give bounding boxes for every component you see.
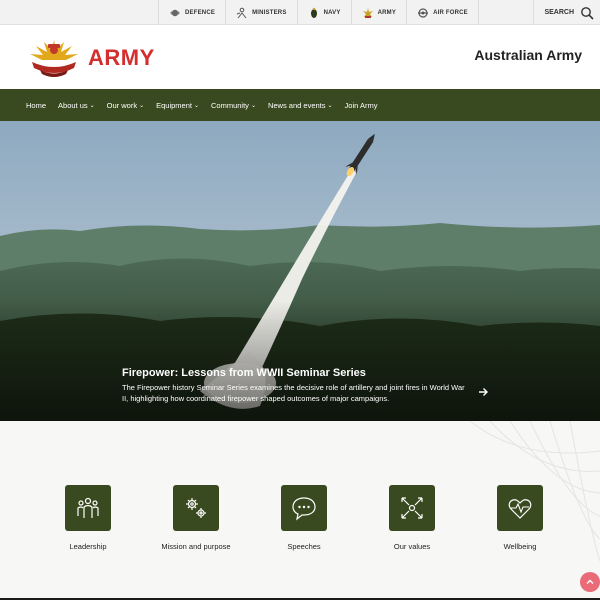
speech-bubble-icon xyxy=(292,497,316,521)
nav-item-label: About us xyxy=(58,100,88,110)
nav-item-news-and-events[interactable]: News and events ⌄ xyxy=(262,89,339,121)
feature-label: Speeches xyxy=(287,542,321,551)
hero-title[interactable]: Firepower: Lessons from WWII Seminar Ser… xyxy=(122,367,502,379)
feature-tile[interactable] xyxy=(389,485,435,531)
heart-pulse-icon xyxy=(508,499,532,519)
values-arrows-icon xyxy=(401,497,423,519)
feature-label: Leadership xyxy=(69,542,107,551)
feature-tile[interactable] xyxy=(65,485,111,531)
nav-item-label: Join Army xyxy=(344,100,378,110)
feature-speeches[interactable]: Speeches xyxy=(250,485,358,551)
utility-link-defence[interactable]: DEFENCE xyxy=(158,0,225,25)
army-badge-icon xyxy=(30,40,78,77)
leadership-icon xyxy=(77,497,99,518)
feature-tile[interactable] xyxy=(281,485,327,531)
ministers-icon xyxy=(236,7,247,18)
feature-leadership[interactable]: Leadership xyxy=(34,485,142,551)
nav-item-label: Community xyxy=(211,100,249,110)
feature-our-values[interactable]: Our values xyxy=(358,485,466,551)
feature-label: Mission and purpose xyxy=(161,542,231,551)
feature-label: Our values xyxy=(393,542,431,551)
nav-item-community[interactable]: Community ⌄ xyxy=(205,89,262,121)
chevron-up-icon xyxy=(586,579,594,584)
chevron-down-icon: ⌄ xyxy=(193,103,199,109)
army-crest-icon xyxy=(362,7,373,18)
utility-link-air-force[interactable]: AIR FORCE xyxy=(406,0,479,25)
utility-link-label: DEFENCE xyxy=(185,9,216,16)
utility-bar: DEFENCE MINISTERS NAVY ARMY AIR FORCE SE… xyxy=(0,0,600,25)
air-force-crest-icon xyxy=(418,7,429,18)
nav-item-label: News and events xyxy=(267,100,326,110)
main-nav: Home About us ⌄ Our work ⌄ Equipment ⌄ Comm… xyxy=(0,89,600,121)
nav-item-label: Home xyxy=(26,100,47,110)
nav-item-label: Equipment xyxy=(156,100,192,110)
nav-item-home[interactable]: Home xyxy=(20,89,52,121)
feature-label: Wellbeing xyxy=(503,542,537,551)
utility-link-label: ARMY xyxy=(377,9,397,16)
search-button[interactable]: SEARCH xyxy=(533,0,600,25)
gears-icon xyxy=(186,498,206,518)
utility-link-label: NAVY xyxy=(323,9,341,16)
nav-item-label: Our work xyxy=(106,100,138,110)
navy-crest-icon xyxy=(310,7,317,18)
search-label: SEARCH xyxy=(544,9,574,16)
feature-tile[interactable] xyxy=(173,485,219,531)
back-to-top-button[interactable] xyxy=(580,572,600,592)
utility-links: DEFENCE MINISTERS NAVY ARMY AIR FORCE xyxy=(158,0,479,25)
feature-links: Leadership Mission and purpose Speeches … xyxy=(0,421,600,600)
arrow-right-icon[interactable] xyxy=(477,386,489,398)
chevron-down-icon: ⌄ xyxy=(89,103,95,109)
hero-caption: Firepower: Lessons from WWII Seminar Ser… xyxy=(122,367,502,404)
search-icon xyxy=(581,6,594,20)
chevron-down-icon: ⌄ xyxy=(250,103,256,109)
feature-tile[interactable] xyxy=(497,485,543,531)
chevron-down-icon: ⌄ xyxy=(139,103,145,109)
army-logo[interactable]: ARMY xyxy=(26,36,155,80)
feature-wellbeing[interactable]: Wellbeing xyxy=(466,485,574,551)
nav-item-equipment[interactable]: Equipment ⌄ xyxy=(150,89,205,121)
hero-description: The Firepower history Seminar Series exa… xyxy=(122,383,465,403)
nav-item-our-work[interactable]: Our work ⌄ xyxy=(101,89,150,121)
utility-link-ministers[interactable]: MINISTERS xyxy=(225,0,296,25)
feature-mission-and-purpose[interactable]: Mission and purpose xyxy=(142,485,250,551)
chevron-down-icon: ⌄ xyxy=(327,103,333,109)
logo-wordmark: ARMY xyxy=(88,45,155,70)
hero-banner[interactable]: Firepower: Lessons from WWII Seminar Ser… xyxy=(0,121,600,421)
utility-link-army[interactable]: ARMY xyxy=(350,0,406,25)
site-header: ARMY Australian Army xyxy=(0,25,600,89)
utility-link-label: MINISTERS xyxy=(252,9,287,16)
nav-item-join-army[interactable]: Join Army xyxy=(339,89,384,121)
nav-item-about-us[interactable]: About us ⌄ xyxy=(52,89,101,121)
defence-crest-icon xyxy=(170,9,180,16)
utility-link-navy[interactable]: NAVY xyxy=(296,0,351,25)
site-title: Australian Army xyxy=(474,47,582,63)
utility-link-label: AIR FORCE xyxy=(433,9,468,16)
